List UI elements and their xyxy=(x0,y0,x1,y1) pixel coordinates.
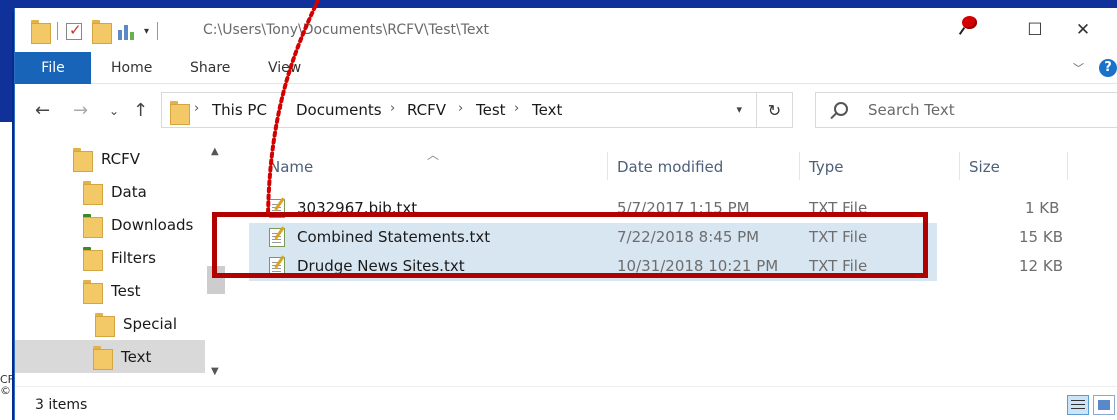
file-date: 7/22/2018 8:45 PM xyxy=(617,228,760,246)
breadcrumb-this-pc[interactable]: This PC xyxy=(212,101,267,119)
help-icon[interactable]: ? xyxy=(1099,59,1117,77)
file-row[interactable]: Drudge News Sites.txt 10/31/2018 10:21 P… xyxy=(249,252,937,281)
breadcrumb-separator: › xyxy=(194,101,200,116)
tab-view[interactable]: View xyxy=(268,52,301,84)
tree-item-label: Data xyxy=(111,182,147,201)
title-bar: ▾ C:\Users\Tony\Documents\RCFV\Test\Text… xyxy=(15,8,1117,52)
search-input[interactable]: Search Text xyxy=(868,101,955,119)
back-arrow-icon[interactable]: ← xyxy=(35,100,50,121)
quick-access-toolbar: ▾ xyxy=(31,20,166,44)
breadcrumb-test[interactable]: Test xyxy=(476,101,506,119)
shortcut-folder-icon xyxy=(83,246,103,271)
column-header-date-modified[interactable]: Date modified xyxy=(617,152,723,182)
file-list: ︿ Name Date modified Type Size 3032967.b… xyxy=(229,142,1117,386)
tree-item-label: Downloads xyxy=(111,215,194,234)
window-title-path: C:\Users\Tony\Documents\RCFV\Test\Text xyxy=(203,22,490,38)
column-divider[interactable] xyxy=(959,152,960,180)
item-count: 3 items xyxy=(35,397,88,413)
tab-share[interactable]: Share xyxy=(190,52,230,84)
shortcut-folder-icon xyxy=(83,213,103,238)
file-row[interactable]: 3032967.bib.txt 5/7/2017 1:15 PM TXT Fil… xyxy=(249,194,1078,223)
new-folder-icon[interactable] xyxy=(92,20,112,44)
file-name: Drudge News Sites.txt xyxy=(297,257,465,275)
file-type: TXT File xyxy=(809,257,868,275)
file-size: 12 KB xyxy=(1019,257,1063,275)
breadcrumb-separator: › xyxy=(390,101,396,116)
column-divider[interactable] xyxy=(799,152,800,180)
customize-toolbar-dropdown-icon[interactable]: ▾ xyxy=(144,26,149,37)
scroll-up-icon[interactable]: ▲ xyxy=(211,146,219,157)
tree-item-label: Text xyxy=(121,347,152,366)
file-size: 1 KB xyxy=(1025,199,1060,217)
file-explorer-window: ▾ C:\Users\Tony\Documents\RCFV\Test\Text… xyxy=(14,8,1117,420)
breadcrumb-separator: › xyxy=(458,101,464,116)
breadcrumb-separator: › xyxy=(514,101,520,116)
tree-item-label: Special xyxy=(123,314,178,333)
column-divider[interactable] xyxy=(607,152,608,180)
file-type: TXT File xyxy=(809,228,868,246)
properties-check-icon[interactable] xyxy=(66,21,82,40)
breadcrumb-rcfv[interactable]: RCFV xyxy=(407,101,446,119)
maximize-button[interactable]: ☐ xyxy=(1020,18,1050,42)
scrollbar-thumb[interactable] xyxy=(207,266,225,294)
search-icon xyxy=(834,102,848,116)
scroll-down-icon[interactable]: ▼ xyxy=(211,366,219,377)
file-date: 5/7/2017 1:15 PM xyxy=(617,199,750,217)
navigation-pane-scrollbar[interactable]: ▲ ▼ xyxy=(207,142,225,386)
navigation-bar: ← → ⌄ ↑ › This PC › Documents › RCFV › T… xyxy=(15,84,1117,136)
file-row[interactable]: Combined Statements.txt 7/22/2018 8:45 P… xyxy=(249,223,937,252)
text-file-icon xyxy=(269,257,285,276)
tab-home[interactable]: Home xyxy=(111,52,152,84)
folder-icon xyxy=(93,345,113,370)
tree-item-label: Test xyxy=(111,281,141,300)
navigation-pane: RCFV Data Downloads Filters Test Special… xyxy=(15,142,225,386)
column-header-name[interactable]: Name xyxy=(269,152,313,182)
file-date: 10/31/2018 10:21 PM xyxy=(617,257,779,275)
folder-icon xyxy=(170,101,190,125)
breadcrumb-documents[interactable]: Documents xyxy=(296,101,382,119)
up-arrow-icon[interactable]: ↑ xyxy=(133,100,148,121)
folder-icon xyxy=(83,180,103,205)
close-button[interactable]: ✕ xyxy=(1058,18,1108,42)
tree-item-text[interactable]: Text xyxy=(15,340,205,373)
toolbar-divider xyxy=(157,22,159,40)
folder-icon xyxy=(73,147,93,172)
tab-file[interactable]: File xyxy=(15,52,91,84)
breadcrumb-separator: › xyxy=(278,101,284,116)
forward-arrow-icon[interactable]: → xyxy=(73,100,88,121)
column-header-size[interactable]: Size xyxy=(969,152,1000,182)
expand-ribbon-chevron-icon[interactable]: ﹀ xyxy=(1073,60,1084,76)
details-view-icon[interactable] xyxy=(1067,395,1089,415)
refresh-icon[interactable]: ↻ xyxy=(757,92,793,128)
file-size: 15 KB xyxy=(1019,228,1063,246)
rename-icon[interactable] xyxy=(118,23,138,40)
ribbon-tabs: File Home Share View ﹀ ? xyxy=(15,52,1117,84)
file-type: TXT File xyxy=(809,199,868,217)
breadcrumb-text[interactable]: Text xyxy=(532,101,562,119)
text-file-icon xyxy=(269,199,285,218)
toolbar-divider xyxy=(57,22,58,40)
folder-icon xyxy=(95,312,115,337)
search-box[interactable]: Search Text xyxy=(815,92,1117,128)
pushpin-icon xyxy=(959,14,981,36)
folder-icon xyxy=(83,279,103,304)
sort-ascending-icon: ︿ xyxy=(427,148,440,162)
folder-icon xyxy=(31,20,51,44)
file-name: Combined Statements.txt xyxy=(297,228,491,246)
address-dropdown-icon[interactable]: ▾ xyxy=(736,103,742,116)
column-divider[interactable] xyxy=(1067,152,1068,180)
file-name: 3032967.bib.txt xyxy=(297,199,418,217)
address-bar[interactable]: › This PC › Documents › RCFV › Test › Te… xyxy=(161,92,757,128)
background-document-text: CF © xyxy=(0,374,12,396)
tree-item-label: Filters xyxy=(111,248,156,267)
recent-locations-chevron-icon[interactable]: ⌄ xyxy=(109,104,119,118)
tree-item-label: RCFV xyxy=(101,149,141,168)
column-header-type[interactable]: Type xyxy=(809,152,843,182)
text-file-icon xyxy=(269,228,285,247)
large-icons-view-icon[interactable] xyxy=(1093,395,1115,415)
status-bar: 3 items xyxy=(15,386,1117,420)
